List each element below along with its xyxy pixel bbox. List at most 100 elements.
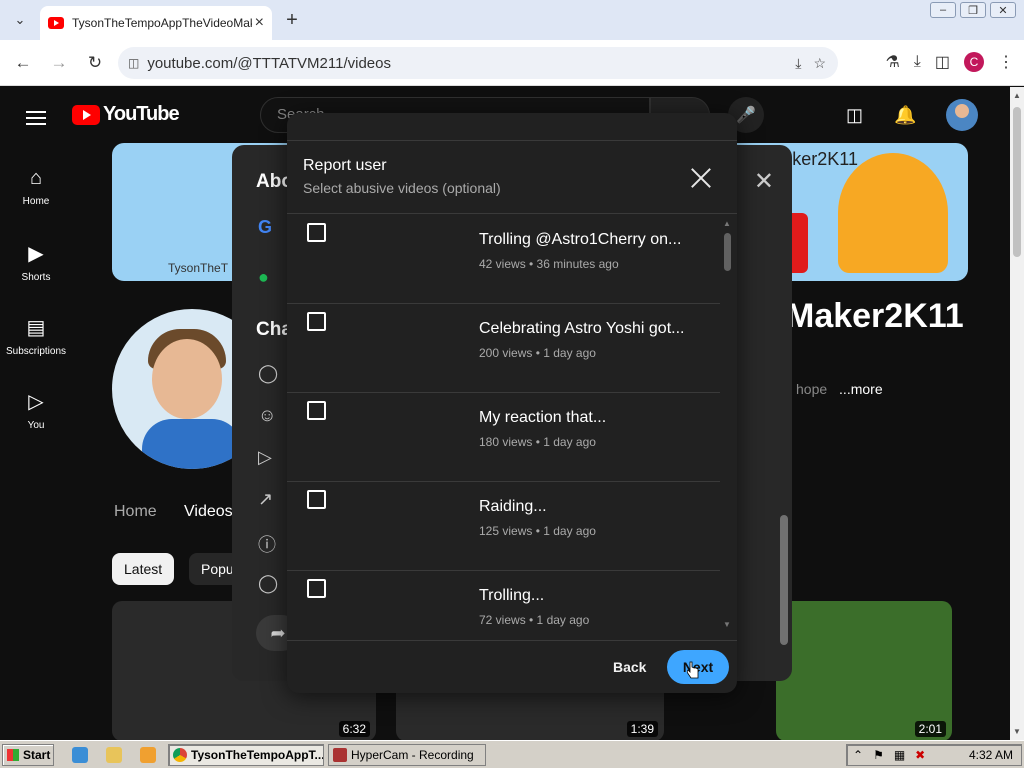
- youtube-page: YouTube Search 🎤 ◫ 🔔 ⌂ Home ▶ Shorts ▤ S…: [0, 87, 1010, 740]
- videos-icon: ▷: [258, 447, 272, 467]
- video-duration: 6:32: [338, 721, 370, 737]
- video-checkbox[interactable]: [307, 401, 326, 420]
- list-item[interactable]: Trolling... 72 views • 1 day ago: [287, 571, 720, 639]
- list-item[interactable]: My reaction that... 180 views • 1 day ag…: [287, 393, 720, 482]
- flag-tray-icon[interactable]: ⚑: [873, 748, 884, 762]
- sidebar-item-home[interactable]: ⌂ Home: [0, 167, 72, 207]
- tab-close-icon[interactable]: ×: [255, 14, 264, 32]
- browser-tab-strip: ⌄ TysonTheTempoAppTheVideoMaker2K11 × + …: [0, 0, 1024, 40]
- video-title: Trolling @Astro1Cherry on...: [479, 231, 682, 248]
- windows-flag-icon: [7, 749, 19, 761]
- close-icon[interactable]: [687, 165, 715, 193]
- forward-arrow-icon[interactable]: →: [48, 52, 70, 74]
- sidebar-item-you[interactable]: ▷ You: [0, 389, 72, 431]
- downloads-icon[interactable]: ⤓: [914, 53, 921, 71]
- video-duration: 2:01: [914, 721, 946, 737]
- report-dialog-subtitle: Select abusive videos (optional): [303, 180, 501, 196]
- start-button[interactable]: Start: [2, 744, 54, 766]
- browser-tab-active[interactable]: TysonTheTempoAppTheVideoMaker2K11 ×: [40, 6, 272, 40]
- system-tray: ⌃ ⚑ ▦ ✖ 4:32 AM: [846, 744, 1022, 766]
- list-item[interactable]: Celebrating Astro Yoshi got... 200 views…: [287, 304, 720, 393]
- sidebar-item-subscriptions[interactable]: ▤ Subscriptions: [0, 315, 72, 357]
- taskbar-button-hypercam[interactable]: HyperCam - Recording: [328, 744, 486, 766]
- scroll-down-arrow-icon[interactable]: ▼: [1013, 727, 1021, 736]
- profile-avatar[interactable]: C: [964, 52, 984, 72]
- clock: 4:32 AM: [968, 748, 1013, 762]
- more-link[interactable]: ...more: [839, 381, 883, 397]
- scroll-thumb[interactable]: [724, 233, 731, 271]
- back-arrow-icon[interactable]: ←: [12, 52, 34, 74]
- video-meta: 125 views • 1 day ago: [479, 524, 596, 538]
- country-globe-icon: ◯: [258, 573, 279, 593]
- scroll-up-arrow-icon[interactable]: ▲: [1013, 91, 1021, 100]
- labs-flask-icon[interactable]: ⚗: [885, 52, 899, 72]
- tray-expand-icon[interactable]: ⌃: [853, 748, 863, 762]
- page-scroll-thumb[interactable]: [1013, 107, 1021, 257]
- globe-icon: ◯: [258, 363, 279, 383]
- site-info-icon[interactable]: ◫: [128, 56, 139, 70]
- account-avatar[interactable]: [946, 99, 978, 131]
- video-title: My reaction that...: [479, 409, 607, 426]
- video-thumbnail[interactable]: 2:01: [776, 601, 952, 740]
- sidebar-item-label: Subscriptions: [5, 346, 67, 357]
- hypercam-icon: [333, 748, 347, 762]
- description-text: hope: [796, 381, 828, 397]
- youtube-logo[interactable]: YouTube: [72, 103, 180, 126]
- video-title: Celebrating Astro Yoshi got...: [479, 320, 685, 337]
- about-close-icon[interactable]: ✕: [754, 167, 774, 196]
- close-window-icon[interactable]: ✕: [990, 2, 1016, 18]
- list-scrollbar[interactable]: ▲ ▼: [723, 219, 731, 629]
- minimize-icon[interactable]: –: [930, 2, 956, 18]
- youtube-favicon-icon: [48, 17, 64, 29]
- scroll-up-arrow-icon[interactable]: ▲: [723, 219, 731, 228]
- video-checkbox[interactable]: [307, 223, 326, 242]
- report-dialog-header: Report user Select abusive videos (optio…: [287, 113, 737, 214]
- google-icon: G: [258, 217, 273, 237]
- page-scrollbar[interactable]: ▲ ▼: [1010, 87, 1024, 740]
- subscriptions-icon: ▤: [26, 317, 46, 339]
- windows-taskbar: Start TysonTheTempoAppT... HyperCam - Re…: [0, 740, 1024, 768]
- notifications-bell-icon[interactable]: 🔔: [894, 105, 916, 126]
- abusive-video-list: Trolling @Astro1Cherry on... 42 views • …: [287, 215, 737, 639]
- report-dialog-title: Report user: [303, 157, 387, 174]
- reload-icon[interactable]: ↻: [84, 52, 106, 74]
- ie-icon[interactable]: [72, 747, 88, 763]
- tab-search-chevron-icon[interactable]: ⌄: [8, 8, 32, 32]
- video-checkbox[interactable]: [307, 490, 326, 509]
- window-controls: – ❐ ✕: [930, 2, 1016, 18]
- install-app-icon[interactable]: ⤓: [795, 55, 801, 72]
- video-title: Trolling...: [479, 587, 545, 604]
- bookmark-star-icon[interactable]: ☆: [813, 55, 826, 72]
- list-item[interactable]: Raiding... 125 views • 1 day ago: [287, 482, 720, 571]
- sidebar-item-label: Home: [22, 196, 50, 207]
- restore-icon[interactable]: ❐: [960, 2, 986, 18]
- back-button[interactable]: Back: [599, 653, 660, 681]
- create-video-icon[interactable]: ◫: [846, 105, 863, 126]
- chip-latest[interactable]: Latest: [112, 553, 175, 585]
- tab-videos[interactable]: Videos: [184, 503, 233, 521]
- list-item[interactable]: Trolling @Astro1Cherry on... 42 views • …: [287, 215, 720, 304]
- you-icon: ▷: [28, 391, 44, 413]
- sidebar-item-label: Shorts: [21, 272, 51, 283]
- taskbar-button-chrome[interactable]: TysonTheTempoAppT...: [168, 744, 324, 766]
- address-bar[interactable]: ◫ youtube.com/@TTTATVM211/videos ⤓ ☆: [118, 47, 838, 79]
- explorer-folder-icon[interactable]: [106, 747, 122, 763]
- shorts-icon: ▶: [28, 243, 44, 265]
- about-scrollbar[interactable]: [780, 215, 788, 645]
- sidebar-item-shorts[interactable]: ▶ Shorts: [0, 241, 72, 283]
- video-checkbox[interactable]: [307, 312, 326, 331]
- scroll-down-arrow-icon[interactable]: ▼: [723, 620, 731, 629]
- views-trend-icon: ↗: [258, 489, 274, 509]
- side-panel-icon[interactable]: ◫: [935, 52, 950, 72]
- new-tab-plus-icon[interactable]: +: [280, 8, 304, 32]
- video-checkbox[interactable]: [307, 579, 326, 598]
- task-label: TysonTheTempoAppT...: [191, 748, 324, 762]
- tab-home[interactable]: Home: [114, 503, 157, 521]
- browser-toolbar: ← → ↻ ◫ youtube.com/@TTTATVM211/videos ⤓…: [0, 40, 1024, 86]
- menu-hamburger-icon[interactable]: [26, 107, 46, 129]
- browser-menu-icon[interactable]: ⋮: [998, 52, 1014, 72]
- start-label: Start: [23, 748, 51, 762]
- network-tray-icon[interactable]: ▦: [894, 748, 905, 762]
- volume-muted-icon[interactable]: ✖: [915, 748, 925, 762]
- media-player-icon[interactable]: [140, 747, 156, 763]
